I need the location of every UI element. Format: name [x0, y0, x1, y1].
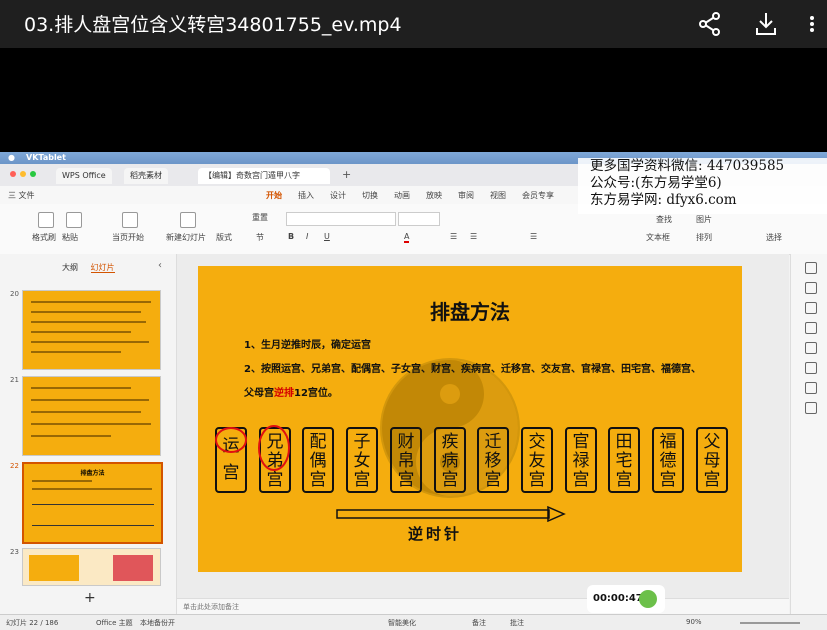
menu-slideshow[interactable]: 放映: [426, 190, 442, 201]
paste-button[interactable]: 粘贴: [62, 232, 78, 243]
paste-icon[interactable]: [66, 212, 82, 228]
arrange-button[interactable]: 排列: [696, 232, 712, 243]
share-icon[interactable]: [696, 10, 724, 38]
notes-toggle[interactable]: 备注: [472, 618, 486, 628]
video-title: 03.排人盘宫位含义转宫34801755_ev.mp4: [24, 14, 402, 36]
status-bar: 幻灯片 22 / 186 Office 主题 本地备份开 智能美化 备注 批注 …: [0, 614, 827, 630]
notes-placeholder: 单击此处添加备注: [183, 603, 239, 611]
menu-transition[interactable]: 切换: [362, 190, 378, 201]
window-close-icon[interactable]: [10, 171, 16, 177]
new-slide-button[interactable]: 新建幻灯片: [166, 232, 206, 243]
number-list-icon[interactable]: ☰: [470, 232, 477, 241]
watermark-line-2: 公众号:(东方易学堂6): [590, 175, 722, 191]
menu-insert[interactable]: 插入: [298, 190, 314, 201]
collapse-panel-icon[interactable]: ‹: [158, 260, 162, 271]
watermark-line-1: 更多国学资料微信: 447039585: [590, 158, 785, 174]
tab-current-doc[interactable]: 【编辑】奇数宫门遁甲八字: [198, 168, 330, 184]
menu-view[interactable]: 视图: [490, 190, 506, 201]
reset-button[interactable]: 重置: [252, 212, 268, 223]
tab-slides[interactable]: 幻灯片: [90, 263, 115, 273]
align-icon[interactable]: ☰: [530, 232, 537, 241]
side-tool-icon[interactable]: [805, 342, 817, 354]
bold-icon[interactable]: B: [288, 232, 294, 241]
font-color-icon[interactable]: A: [404, 232, 410, 243]
start-current-button[interactable]: 当页开始: [112, 232, 144, 243]
slide-number: 20: [10, 290, 19, 298]
comment-toggle[interactable]: 批注: [510, 618, 524, 628]
menu-file[interactable]: 三 文件: [8, 190, 35, 201]
recording-timer: 00:00:47: [587, 585, 665, 613]
slide-thumbnail-panel: 大纲 幻灯片 ‹ 20 21 22 排盘方法 23 +: [0, 254, 177, 614]
app-name: VKTablet: [26, 153, 66, 162]
layout-button[interactable]: 版式: [216, 232, 232, 243]
bullet-list-icon[interactable]: ☰: [450, 232, 457, 241]
side-tool-icon[interactable]: [805, 402, 817, 414]
image-button[interactable]: 图片: [696, 214, 712, 225]
font-size-select[interactable]: [398, 212, 440, 226]
more-vertical-icon[interactable]: [802, 10, 822, 38]
menu-design[interactable]: 设计: [330, 190, 346, 201]
video-letterbox: [0, 48, 827, 152]
menu-member[interactable]: 会员专享: [522, 190, 554, 201]
side-tool-icon[interactable]: [805, 362, 817, 374]
current-slide[interactable]: 排盘方法 1、生月逆推时辰，确定运宫 2、按照运宫、兄弟宫、配偶宫、子女宫、财宫…: [198, 266, 742, 572]
slide-number: 22: [10, 462, 19, 470]
format-painter-icon[interactable]: [38, 212, 54, 228]
zoom-slider[interactable]: [740, 622, 800, 624]
arrow-label: 逆时针: [408, 525, 463, 543]
new-tab-icon[interactable]: +: [342, 168, 351, 181]
slide-thumbnail-23[interactable]: [22, 548, 161, 586]
slide-thumbnail-20[interactable]: [22, 290, 161, 370]
find-button[interactable]: 查找: [656, 214, 672, 225]
menu-animation[interactable]: 动画: [394, 190, 410, 201]
select-button[interactable]: 选择: [766, 232, 782, 243]
video-top-bar: 03.排人盘宫位含义转宫34801755_ev.mp4: [0, 0, 827, 48]
watermark-line-3: 东方易学网: dfyx6.com: [590, 192, 737, 208]
side-tool-icon[interactable]: [805, 302, 817, 314]
slide-number: 21: [10, 376, 19, 384]
recorder-avatar-icon: [639, 590, 657, 608]
backup-status[interactable]: 本地备份开: [140, 618, 175, 628]
side-tool-icon[interactable]: [805, 382, 817, 394]
menu-review[interactable]: 审阅: [458, 190, 474, 201]
slide-number: 23: [10, 548, 19, 556]
download-icon[interactable]: [752, 10, 780, 38]
add-slide-button[interactable]: +: [84, 590, 96, 606]
apple-icon: ●: [8, 153, 15, 162]
underline-icon[interactable]: U: [324, 232, 330, 241]
arrow-right-icon: [336, 506, 566, 522]
slide-counter: 幻灯片 22 / 186: [6, 619, 59, 627]
timer-value: 00:00:47: [593, 593, 643, 604]
zoom-level[interactable]: 90%: [686, 618, 702, 626]
new-slide-icon[interactable]: [180, 212, 196, 228]
theme-name: Office 主题: [96, 619, 133, 627]
side-tool-icon[interactable]: [805, 322, 817, 334]
format-painter-button[interactable]: 格式刷: [32, 232, 56, 243]
pen-annotations: [215, 425, 290, 471]
menu-home[interactable]: 开始: [266, 190, 282, 201]
italic-icon[interactable]: I: [306, 232, 308, 241]
tab-wps-office[interactable]: WPS Office: [56, 168, 112, 184]
notes-pane[interactable]: 单击此处添加备注: [177, 598, 789, 615]
recorded-screen: ● VKTablet WPS Office 稻壳素材 【编辑】奇数宫门遁甲八字 …: [0, 152, 827, 630]
right-side-toolbar: [790, 254, 827, 614]
window-minimize-icon[interactable]: [20, 171, 26, 177]
side-tool-icon[interactable]: [805, 262, 817, 274]
window-zoom-icon[interactable]: [30, 171, 36, 177]
watermark-overlay: 更多国学资料微信: 447039585 公众号:(东方易学堂6) 东方易学网: …: [578, 158, 827, 214]
smart-beautify-button[interactable]: 智能美化: [388, 618, 416, 628]
font-family-select[interactable]: [286, 212, 396, 226]
tab-outline[interactable]: 大纲: [62, 263, 78, 272]
side-tool-icon[interactable]: [805, 282, 817, 294]
thumb-title: 排盘方法: [80, 470, 105, 477]
play-current-icon[interactable]: [122, 212, 138, 228]
panel-tabs: 大纲 幻灯片: [62, 262, 115, 273]
tab-docer[interactable]: 稻壳素材: [124, 168, 168, 184]
slide-thumbnail-22[interactable]: 排盘方法: [22, 462, 163, 544]
section-button[interactable]: 节: [256, 232, 264, 243]
textbox-button[interactable]: 文本框: [646, 232, 670, 243]
slide-thumbnail-21[interactable]: [22, 376, 161, 456]
